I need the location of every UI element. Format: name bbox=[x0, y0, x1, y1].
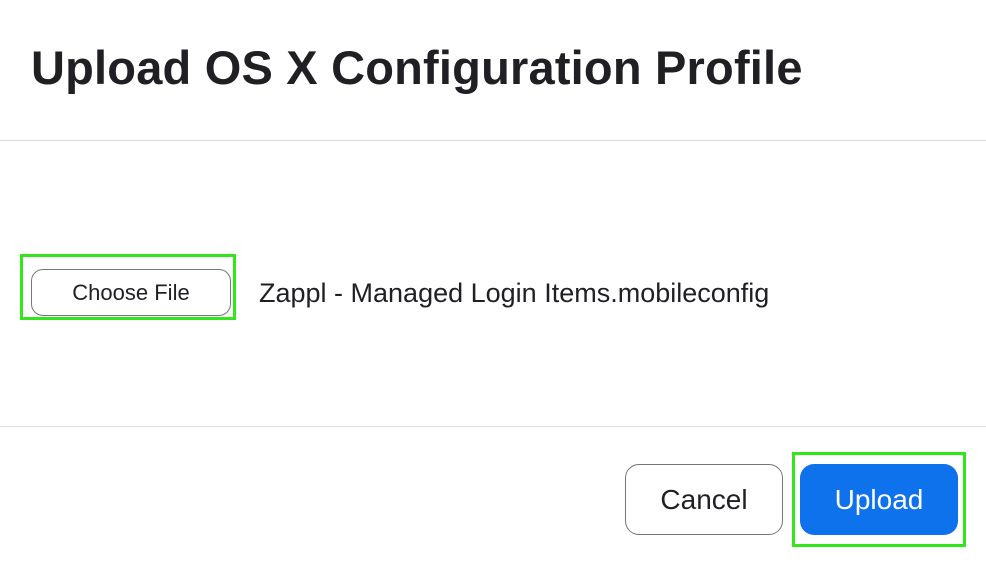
selected-file-name: Zappl - Managed Login Items.mobileconfig bbox=[259, 278, 770, 308]
dialog-footer: Cancel Upload bbox=[0, 427, 986, 564]
dialog-title: Upload OS X Configuration Profile bbox=[31, 41, 803, 94]
upload-profile-dialog: Upload OS X Configuration Profile Choose… bbox=[0, 0, 986, 564]
dialog-header: Upload OS X Configuration Profile bbox=[0, 0, 986, 141]
choose-file-button[interactable]: Choose File bbox=[31, 269, 231, 316]
dialog-body: Choose File Zappl - Managed Login Items.… bbox=[0, 141, 986, 427]
cancel-button[interactable]: Cancel bbox=[625, 464, 783, 535]
upload-button[interactable]: Upload bbox=[800, 464, 958, 535]
